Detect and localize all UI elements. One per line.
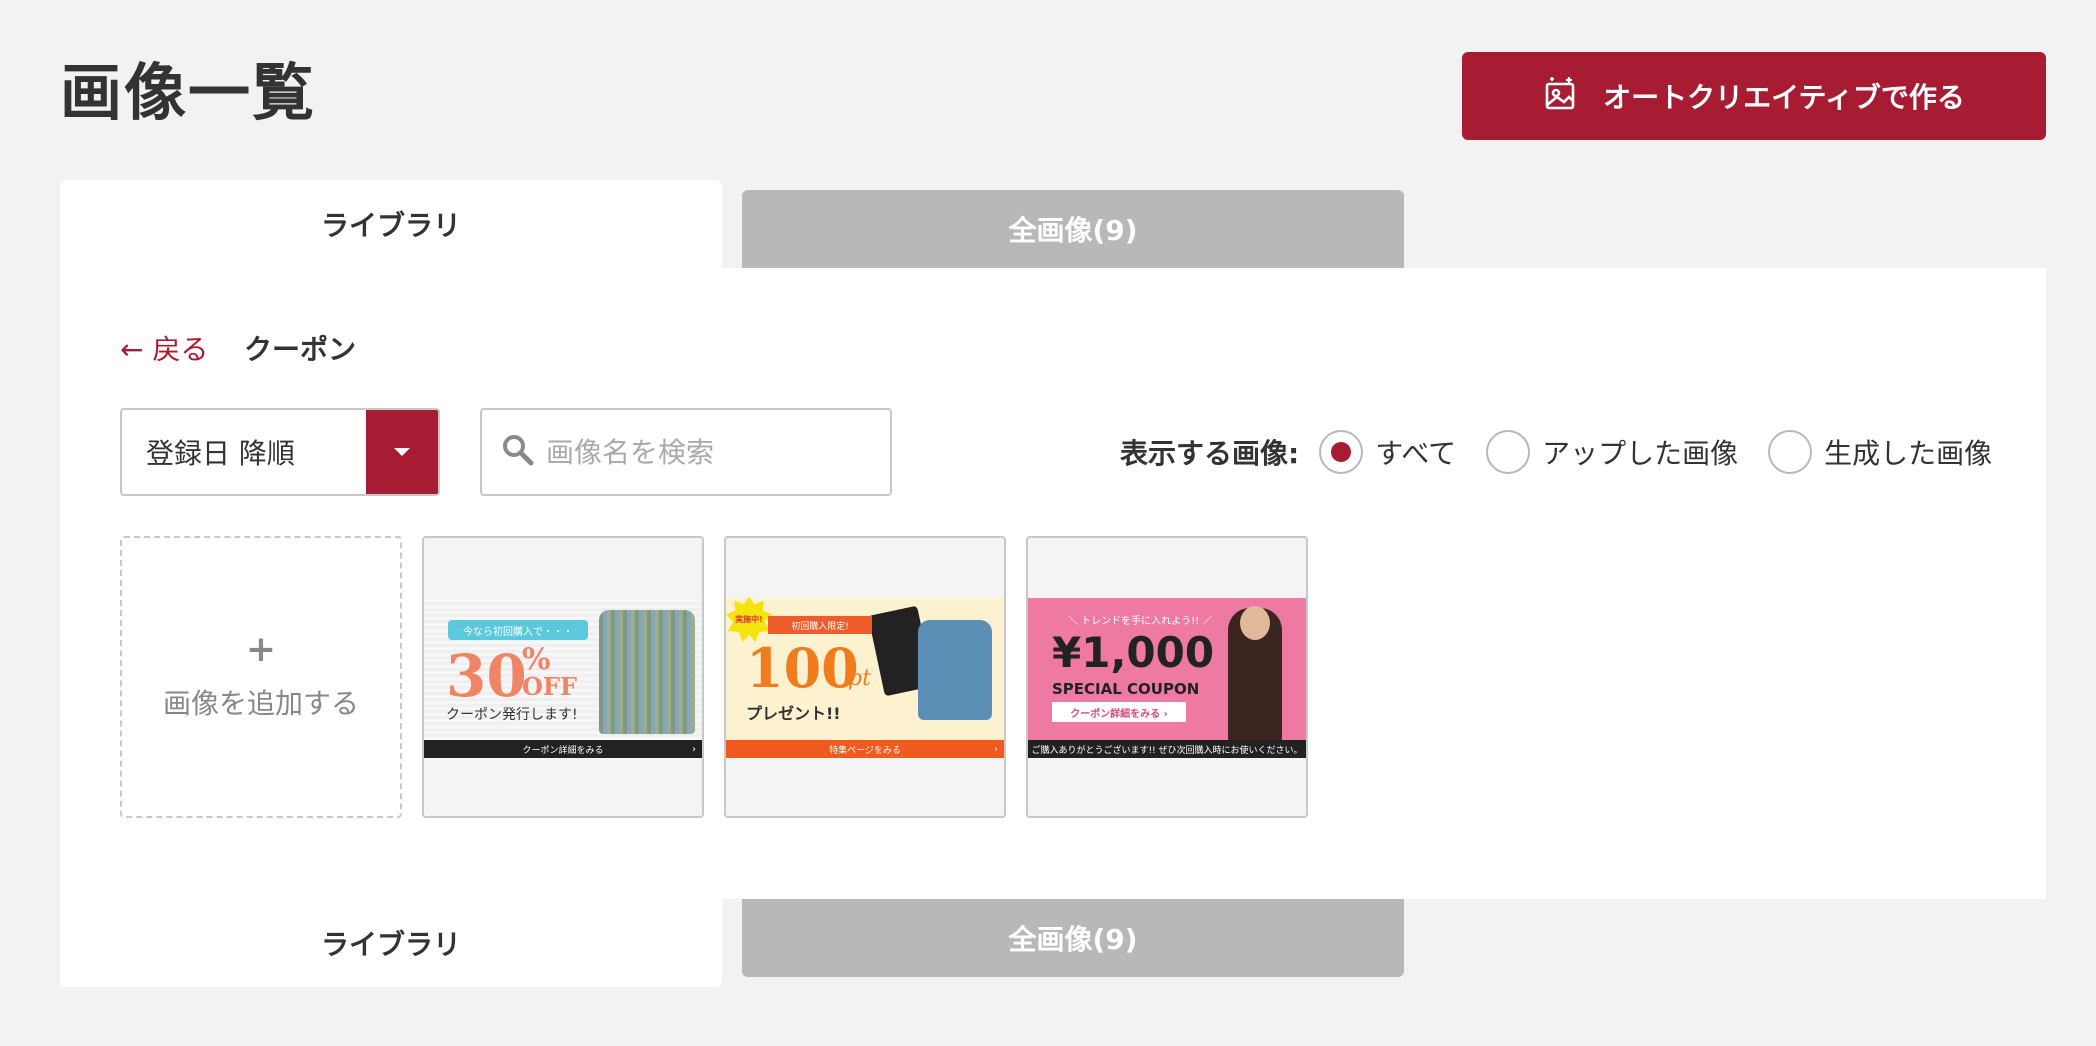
tab-library-bottom[interactable]: ライブラリ <box>60 899 722 987</box>
filter-option-all[interactable]: すべて <box>1319 430 1456 474</box>
filter-option-label: すべて <box>1375 437 1457 470</box>
model-head <box>1240 606 1270 640</box>
tab-library[interactable]: ライブラリ <box>60 180 722 268</box>
banner-subtitle: プレゼント!! <box>746 704 841 723</box>
points-banner-image: 実施中! 初回購入限定! 100 pt プレゼント!! 特集ページをみる › <box>726 598 1004 758</box>
image-sparkle-icon <box>1543 75 1579 118</box>
chevron-right-icon: › <box>692 743 696 755</box>
image-thumbnail[interactable]: 今なら初回購入で・・・ 30 % OFF クーポン発行します! クーポン詳細をみ… <box>422 536 704 818</box>
banner-footer: クーポン詳細をみる › <box>424 740 702 758</box>
page-title: 画像一覧 <box>60 56 317 129</box>
banner-button: クーポン詳細をみる › <box>1052 702 1186 722</box>
banner-subtitle: クーポン発行します! <box>446 707 578 723</box>
sweater-illustration <box>599 610 695 734</box>
banner-footer-label: ご購入ありがとうございます!! ぜひ次回購入時にお使いください。 <box>1031 745 1303 756</box>
banner-pill: 今なら初回購入で・・・ <box>448 620 588 640</box>
banner-ribbon: 初回購入限定! <box>768 616 872 634</box>
search-box[interactable] <box>480 408 892 496</box>
image-filter: 表示する画像: すべて アップした画像 生成した画像 <box>1120 428 1992 476</box>
image-thumbnail[interactable]: 実施中! 初回購入限定! 100 pt プレゼント!! 特集ページをみる › <box>724 536 1006 818</box>
search-icon <box>500 432 536 472</box>
filter-option-label: 生成した画像 <box>1824 437 1993 470</box>
tab-all-images-bottom[interactable]: 全画像(9) <box>742 899 1404 977</box>
banner-amount: ¥1,000 <box>1052 628 1215 677</box>
banner-number: 30 <box>446 642 527 710</box>
banner-footer: ご購入ありがとうございます!! ぜひ次回購入時にお使いください。 <box>1028 740 1306 758</box>
banner-tagline: ＼ トレンドを手に入れよう!! ／ <box>1068 616 1213 627</box>
dress-illustration <box>918 620 992 720</box>
radio-button[interactable] <box>1486 430 1531 474</box>
back-link[interactable]: ← 戻る <box>120 328 208 368</box>
filter-option-uploaded[interactable]: アップした画像 <box>1486 430 1738 474</box>
special-coupon-banner-image: ＼ トレンドを手に入れよう!! ／ ¥1,000 SPECIAL COUPON … <box>1028 598 1306 758</box>
chevron-right-icon: › <box>994 743 998 755</box>
banner-subtitle: SPECIAL COUPON <box>1052 680 1200 698</box>
radio-button[interactable] <box>1319 430 1364 474</box>
sort-value: 登録日 降順 <box>146 437 295 470</box>
image-thumbnail[interactable]: ＼ トレンドを手に入れよう!! ／ ¥1,000 SPECIAL COUPON … <box>1026 536 1308 818</box>
banner-footer-label: クーポン詳細をみる <box>522 745 604 756</box>
chevron-down-icon[interactable] <box>366 410 438 494</box>
banner-unit: pt <box>848 666 871 691</box>
banner-footer-label: 特集ページをみる <box>829 745 901 756</box>
auto-creative-button[interactable]: オートクリエイティブで作る <box>1462 52 2046 140</box>
search-input[interactable] <box>546 435 866 469</box>
banner-off: OFF <box>522 672 577 701</box>
banner-footer: 特集ページをみる › <box>726 740 1004 758</box>
plus-icon: + <box>245 629 277 670</box>
auto-creative-label: オートクリエイティブで作る <box>1603 81 1965 114</box>
add-image-tile[interactable]: + 画像を追加する <box>120 536 402 818</box>
filter-label: 表示する画像: <box>1120 437 1300 470</box>
coupon-banner-image: 今なら初回購入で・・・ 30 % OFF クーポン発行します! クーポン詳細をみ… <box>424 598 702 758</box>
breadcrumb-current: クーポン <box>244 333 357 366</box>
radio-button[interactable] <box>1768 430 1813 474</box>
filter-option-generated[interactable]: 生成した画像 <box>1768 430 1992 474</box>
add-image-label: 画像を追加する <box>162 687 359 720</box>
filter-option-label: アップした画像 <box>1542 437 1739 470</box>
banner-number: 100 <box>746 636 859 700</box>
sort-select[interactable]: 登録日 降順 <box>120 408 440 496</box>
tab-all-images[interactable]: 全画像(9) <box>742 190 1404 268</box>
